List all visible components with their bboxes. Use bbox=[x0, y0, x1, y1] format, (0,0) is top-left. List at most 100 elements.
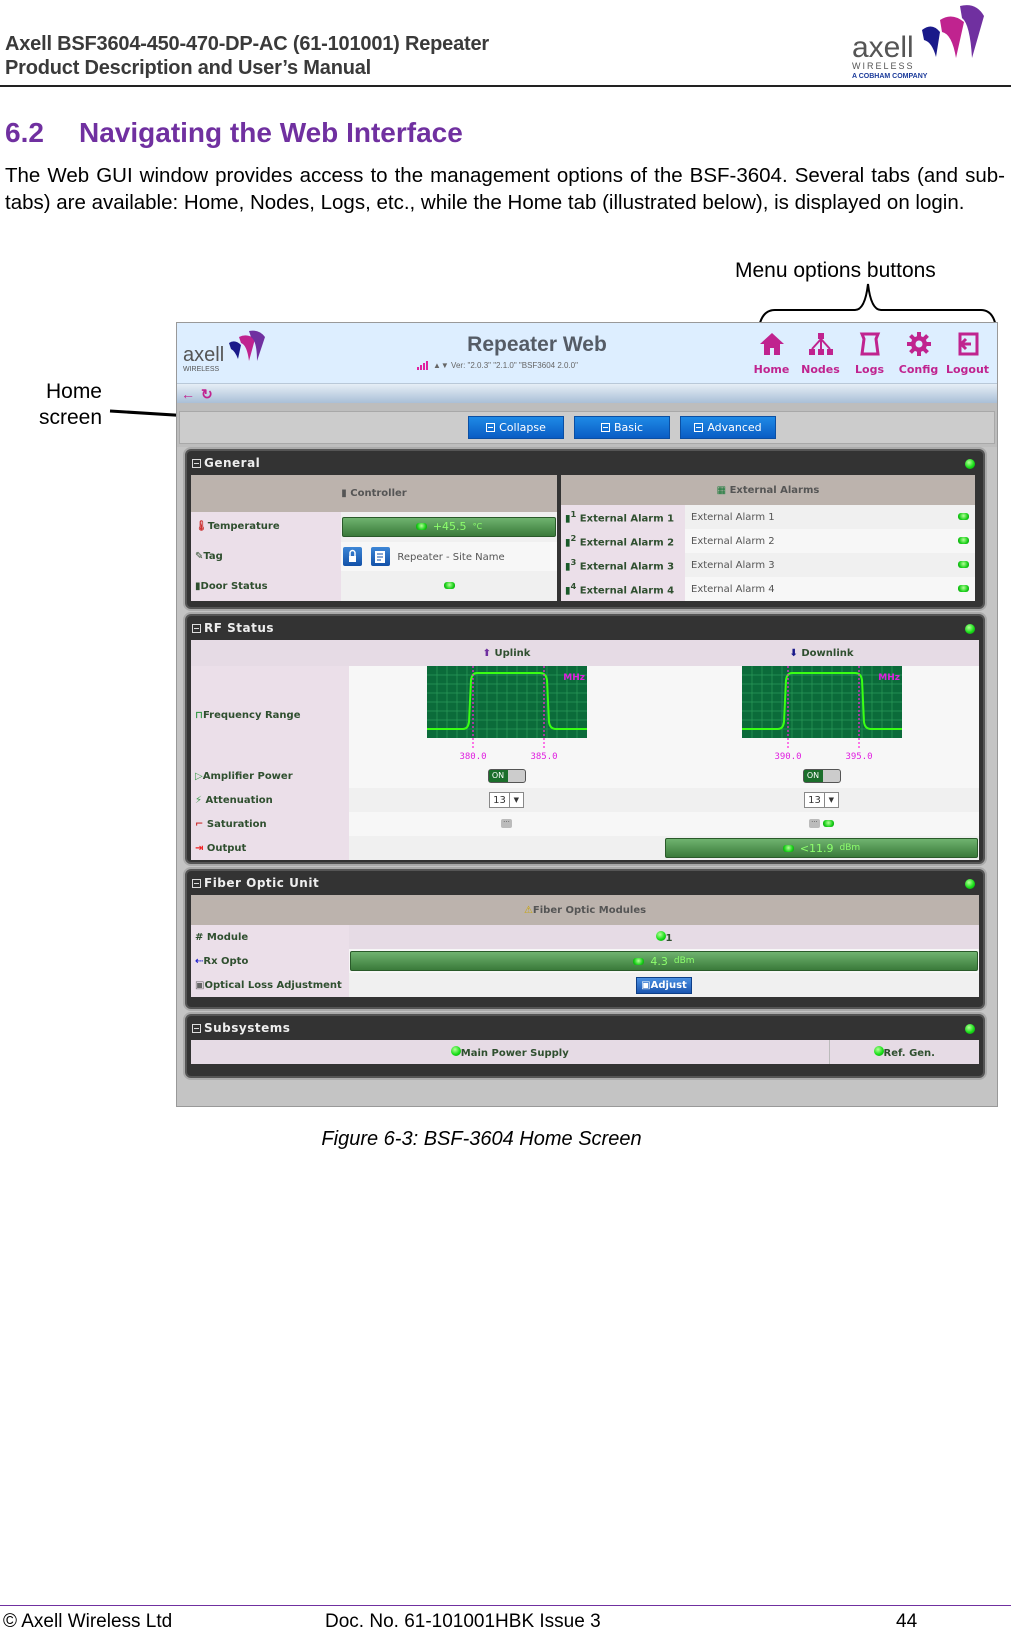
back-arrow-icon[interactable]: ← bbox=[181, 387, 195, 401]
amplifier-power-label: ▷Amplifier Power bbox=[191, 764, 349, 788]
downlink-header: ⬇ Downlink bbox=[664, 640, 979, 666]
menu-logout[interactable]: Logout bbox=[946, 331, 989, 376]
downlink-attenuation: 13 ▼ bbox=[664, 788, 979, 812]
module-label-text: Module bbox=[206, 931, 249, 943]
downlink-output: <11.9 dBm bbox=[664, 836, 979, 860]
status-led bbox=[965, 879, 975, 889]
select-value: 13 bbox=[808, 794, 821, 806]
saturation-icon: ⌐ bbox=[195, 818, 204, 830]
advanced-button[interactable]: Advanced bbox=[680, 416, 776, 439]
downlink-amplifier-toggle[interactable]: ON bbox=[802, 769, 841, 783]
collapse-label: Collapse bbox=[499, 421, 546, 434]
tag-value: Repeater - Site Name bbox=[341, 541, 557, 572]
status-led bbox=[443, 581, 455, 589]
temperature-number: +45.5 bbox=[432, 520, 467, 534]
basic-label: Basic bbox=[613, 421, 644, 434]
alarm-label-text: External Alarm 4 bbox=[579, 585, 675, 597]
table-row: ▮4 External Alarm 4 External Alarm 4 bbox=[561, 577, 975, 601]
temperature-label-text: Temperature bbox=[207, 521, 280, 533]
temperature-value: +45.5 °C bbox=[341, 512, 557, 542]
external-alarms-header-text: External Alarms bbox=[729, 484, 820, 496]
controller-header-text: Controller bbox=[350, 488, 407, 500]
svg-text:A COBHAM COMPANY: A COBHAM COMPANY bbox=[852, 73, 928, 80]
edit-icon bbox=[375, 551, 386, 563]
downlink-attenuation-select[interactable]: 13 ▼ bbox=[804, 792, 839, 808]
filter-icon: ⊓ bbox=[195, 709, 203, 721]
chevron-down-icon: ▼ bbox=[508, 793, 523, 807]
uplink-amplifier-toggle[interactable]: ON bbox=[487, 769, 526, 783]
table-row: ▮2 External Alarm 2 External Alarm 2 bbox=[561, 529, 975, 553]
rf-status-panel: RF Status ⬆ Uplink ⬇ Downlink ⊓Frequency… bbox=[185, 614, 985, 864]
rx-opto-number: 4.3 bbox=[650, 954, 668, 968]
menu-home[interactable]: Home bbox=[750, 331, 793, 376]
annotation-home-screen: Home screen bbox=[32, 379, 102, 431]
alarm-status bbox=[951, 553, 975, 577]
fiber-modules-header-text: Fiber Optic Modules bbox=[532, 904, 647, 916]
collapse-icon[interactable] bbox=[192, 1023, 201, 1033]
chevron-down-icon: ▼ bbox=[823, 793, 838, 807]
unit-label: MHz bbox=[563, 673, 585, 683]
output-text: Output bbox=[206, 842, 247, 854]
alarm-label-text: External Alarm 1 bbox=[579, 513, 675, 525]
optical-loss-value: ▣Adjust bbox=[349, 973, 979, 997]
toggle-on-label: ON bbox=[803, 770, 823, 782]
downlink-saturation: ··· bbox=[664, 812, 979, 836]
rx-opto-text: Rx Opto bbox=[203, 955, 249, 967]
optical-loss-text: Optical Loss Adjustment bbox=[204, 979, 342, 991]
collapse-icon[interactable] bbox=[192, 878, 201, 888]
uplink-attenuation-select[interactable]: 13 ▼ bbox=[489, 792, 524, 808]
nodes-icon bbox=[808, 333, 833, 355]
module-value: 1 bbox=[349, 925, 979, 949]
frequency-tick-label: 390.0 bbox=[774, 752, 801, 761]
controller-header: ▮ Controller bbox=[191, 475, 557, 513]
lock-button[interactable] bbox=[343, 547, 362, 566]
uplink-attenuation: 13 ▼ bbox=[349, 788, 664, 812]
controller-table: ▮ Controller 🌡Temperature +45.5 °C ✎Tag R… bbox=[191, 475, 557, 601]
title-line-2: Product Description and User’s Manual bbox=[5, 57, 372, 79]
general-title: General bbox=[204, 456, 261, 470]
subsystems-header[interactable]: Subsystems bbox=[187, 1016, 983, 1040]
collapse-button[interactable]: Collapse bbox=[468, 416, 564, 439]
app-logo: axell WIRELESS bbox=[183, 329, 273, 378]
version-text: ▲▼ Ver: "2.0.3" "2.1.0" "BSF3604 2.0.0" bbox=[433, 361, 578, 370]
uplink-header: ⬆ Uplink bbox=[349, 640, 664, 666]
thermometer-icon: 🌡 bbox=[195, 521, 208, 533]
downlink-text: Downlink bbox=[801, 647, 854, 659]
menu-logs[interactable]: Logs bbox=[848, 331, 891, 376]
basic-button[interactable]: Basic bbox=[574, 416, 670, 439]
axell-swoosh-icon: axell WIRELESS A COBHAM COMPANY bbox=[852, 5, 984, 80]
figure-caption: Figure 6-3: BSF-3604 Home Screen bbox=[321, 1128, 642, 1150]
output-unit: dBm bbox=[839, 843, 861, 853]
subsystems-table: Main Power Supply Ref. Gen. bbox=[191, 1040, 979, 1064]
title-line-1: Axell BSF3604-450-470-DP-AC (61-101001) … bbox=[5, 33, 489, 55]
alarm-value: External Alarm 3 bbox=[685, 553, 951, 577]
select-value: 13 bbox=[493, 794, 506, 806]
adjust-button[interactable]: ▣Adjust bbox=[636, 976, 692, 994]
module-number: 1 bbox=[665, 932, 673, 944]
attenuation-icon: ⚡ bbox=[195, 794, 203, 806]
attenuation-label: ⚡ Attenuation bbox=[191, 788, 349, 812]
collapse-icon[interactable] bbox=[192, 623, 201, 633]
unit-label: MHz bbox=[878, 673, 900, 683]
main-power-supply: Main Power Supply bbox=[191, 1040, 830, 1064]
optical-loss-label: ▣Optical Loss Adjustment bbox=[191, 973, 349, 997]
view-mode-bar: Collapse Basic Advanced bbox=[179, 411, 995, 444]
menu-nodes[interactable]: Nodes bbox=[799, 331, 842, 376]
main-menu: Home Nodes Logs Config Logout bbox=[750, 331, 989, 376]
fiber-optic-header[interactable]: Fiber Optic Unit bbox=[187, 871, 983, 895]
output-icon: ⇥ bbox=[195, 842, 204, 854]
panels-area: General ▮ Controller 🌡Temperature +45.5 °… bbox=[177, 447, 997, 1106]
general-panel-header[interactable]: General bbox=[187, 451, 983, 475]
alarm-value: External Alarm 1 bbox=[685, 505, 951, 529]
rf-status-header[interactable]: RF Status bbox=[187, 616, 983, 640]
svg-text:WIRELESS: WIRELESS bbox=[852, 61, 915, 71]
alarm-value: External Alarm 2 bbox=[685, 529, 951, 553]
edit-tag-button[interactable] bbox=[371, 547, 391, 566]
svg-text:axell: axell bbox=[183, 344, 224, 366]
collapse-icon[interactable] bbox=[192, 458, 201, 468]
rf-status-title: RF Status bbox=[204, 621, 275, 635]
refresh-icon[interactable]: ↻ bbox=[201, 387, 213, 401]
alarm-status bbox=[951, 577, 975, 601]
fiber-optic-table: ⚠Fiber Optic Modules # Module 1 ⇠Rx Opto… bbox=[191, 895, 979, 997]
menu-config[interactable]: Config bbox=[897, 331, 940, 376]
